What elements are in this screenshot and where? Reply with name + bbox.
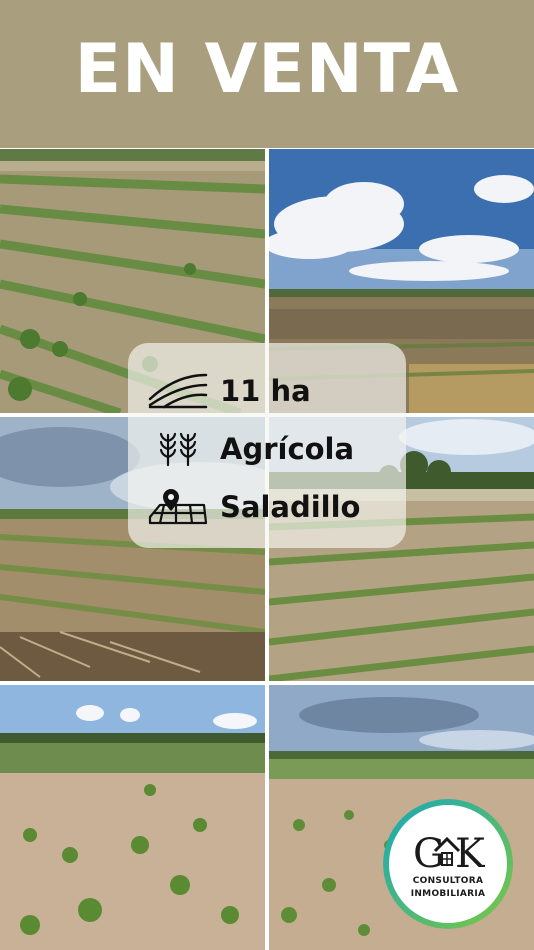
- company-logo: G K CONSULTORA INMOBILIARIA: [383, 799, 513, 929]
- area-value: 11 ha: [220, 374, 311, 408]
- field-photo-5: [0, 685, 265, 950]
- svg-text:G: G: [413, 831, 445, 871]
- location-row: Saladillo: [128, 487, 406, 527]
- wheat-icon: [146, 429, 210, 469]
- area-row: 11 ha: [128, 371, 406, 411]
- svg-text:K: K: [455, 831, 485, 871]
- field-rows-icon: [146, 371, 210, 411]
- use-value: Agrícola: [220, 432, 355, 466]
- logo-badge: G K CONSULTORA INMOBILIARIA: [389, 805, 507, 923]
- listing-flyer: EN VENTA 11 ha Agrícola Saladillo G K CO…: [0, 0, 534, 950]
- location-value: Saladillo: [220, 490, 361, 524]
- property-info-card: 11 ha Agrícola Saladillo: [128, 343, 406, 548]
- logo-line-1: CONSULTORA: [412, 876, 484, 886]
- map-pin-icon: [146, 487, 210, 527]
- use-row: Agrícola: [128, 429, 406, 469]
- house-logo-icon: G K: [413, 831, 485, 871]
- logo-line-2: INMOBILIARIA: [410, 889, 486, 899]
- header-banner: EN VENTA: [0, 0, 534, 148]
- banner-title: EN VENTA: [74, 29, 460, 109]
